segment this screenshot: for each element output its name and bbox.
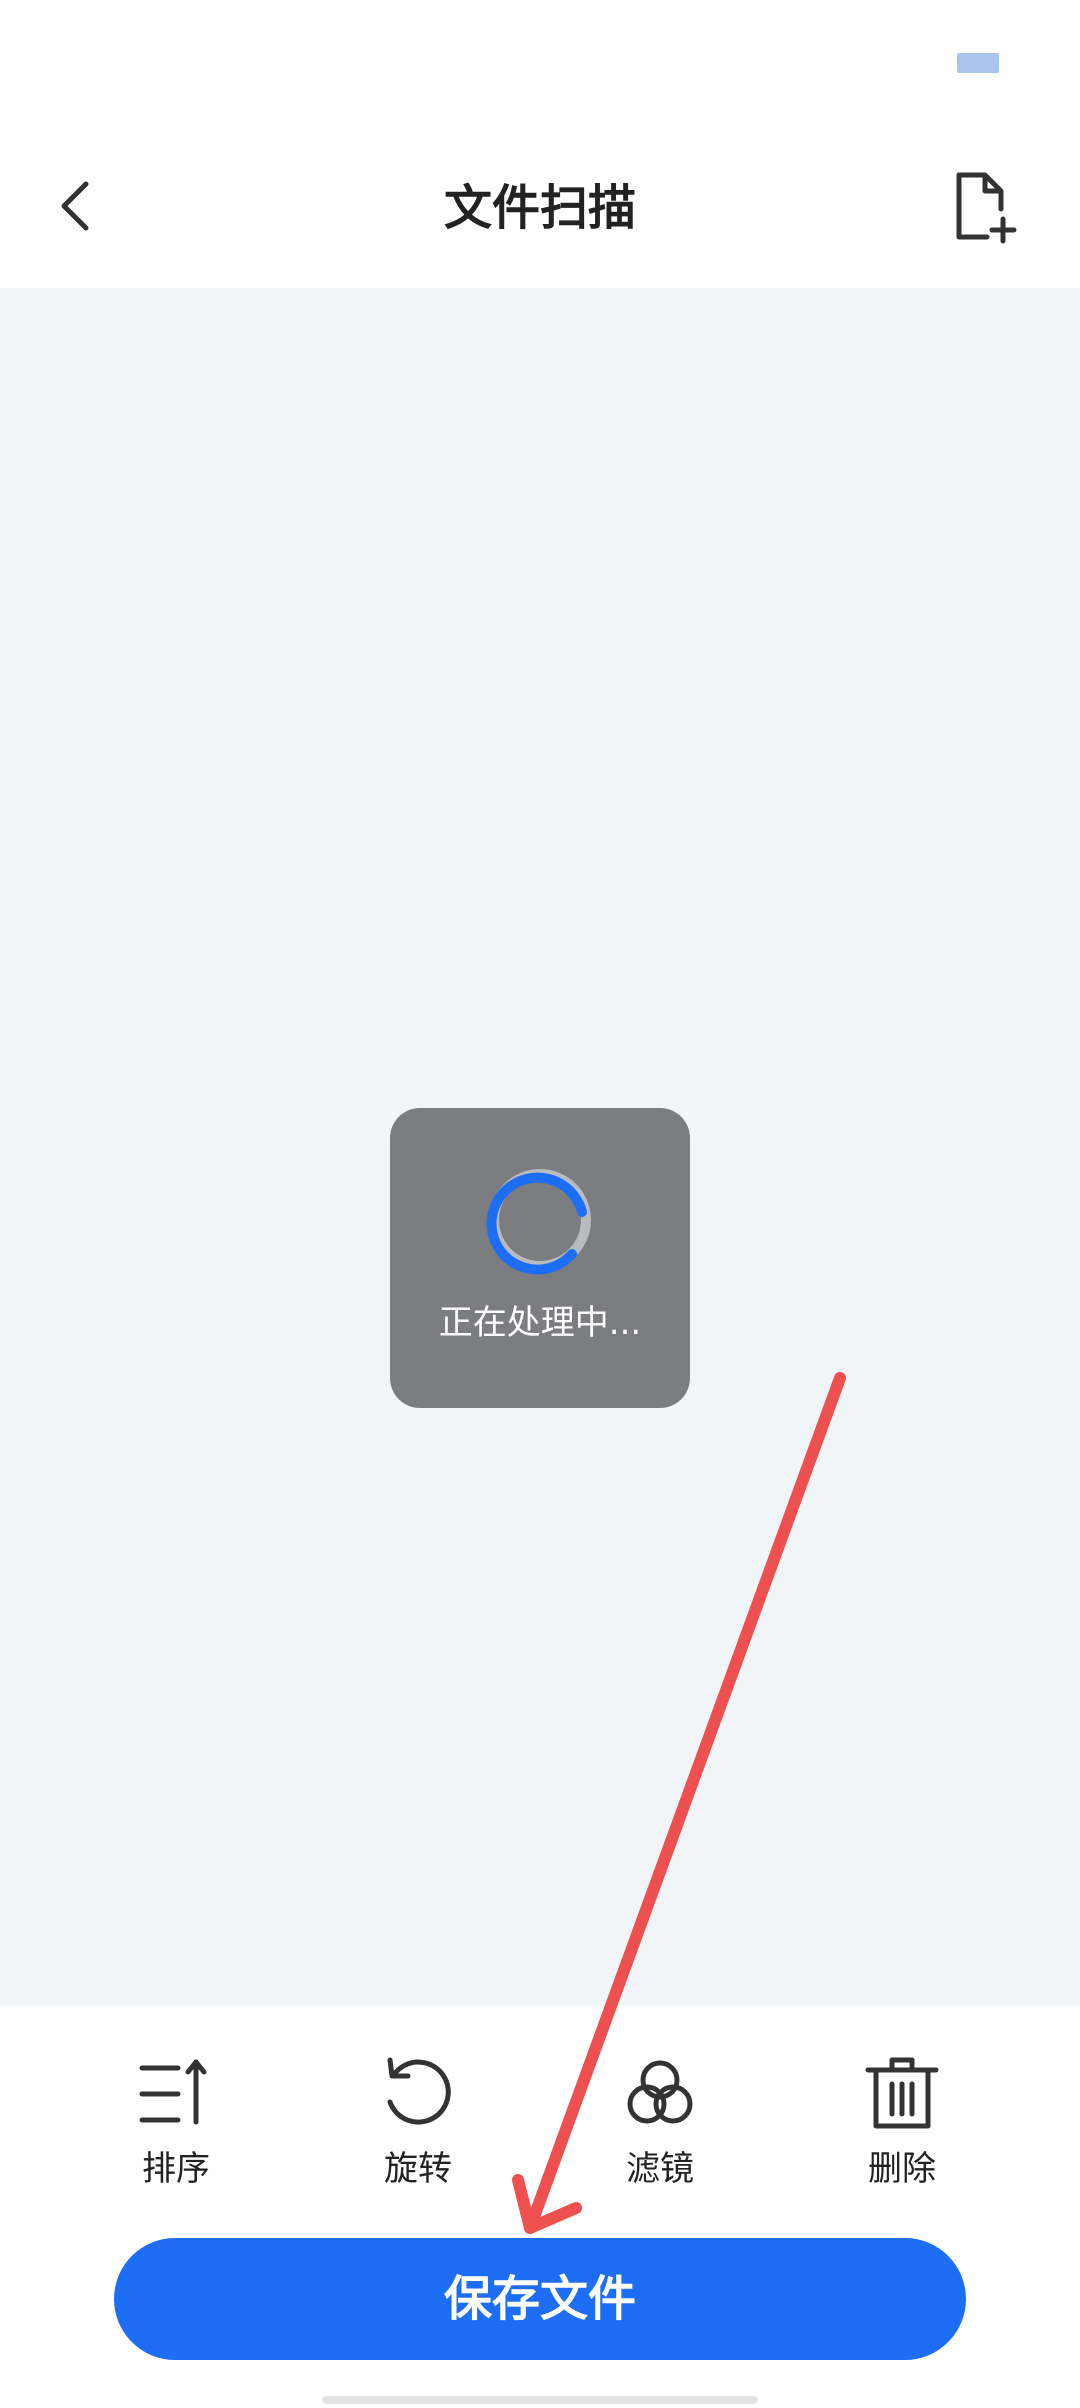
app-screen: 文件扫描 正在处理中... 排序 旋转 滤镜 删除 保存文件 <box>0 0 1080 2408</box>
delete-button[interactable]: 删除 <box>822 2054 982 2204</box>
sort-label: 排序 <box>142 2149 210 2189</box>
add-document-button[interactable] <box>944 164 1024 250</box>
file-add-icon <box>956 172 1017 244</box>
filter-label: 滤镜 <box>626 2149 694 2189</box>
rotate-icon <box>387 2057 451 2125</box>
loading-spinner-icon <box>486 1169 591 1275</box>
rotate-button[interactable]: 旋转 <box>338 2054 498 2204</box>
status-indicator <box>957 53 999 73</box>
header-bar: 文件扫描 <box>0 130 1080 288</box>
loading-text: 正在处理中... <box>438 1303 642 1343</box>
home-indicator <box>322 2396 758 2404</box>
back-button[interactable] <box>40 170 112 242</box>
document-preview-area: 正在处理中... <box>0 288 1080 2006</box>
rotate-label: 旋转 <box>384 2149 452 2189</box>
filter-icon <box>627 2060 693 2124</box>
status-bar <box>0 0 1080 130</box>
filter-button[interactable]: 滤镜 <box>580 2054 740 2204</box>
save-file-button[interactable]: 保存文件 <box>114 2238 966 2360</box>
chevron-left-icon <box>61 181 89 231</box>
page-title: 文件扫描 <box>443 180 636 236</box>
trash-icon <box>865 2057 939 2129</box>
sort-icon <box>139 2059 207 2125</box>
bottom-toolbar: 排序 旋转 滤镜 删除 <box>0 2006 1080 2206</box>
loading-toast: 正在处理中... <box>390 1108 690 1408</box>
delete-label: 删除 <box>868 2149 936 2189</box>
sort-button[interactable]: 排序 <box>96 2054 256 2204</box>
